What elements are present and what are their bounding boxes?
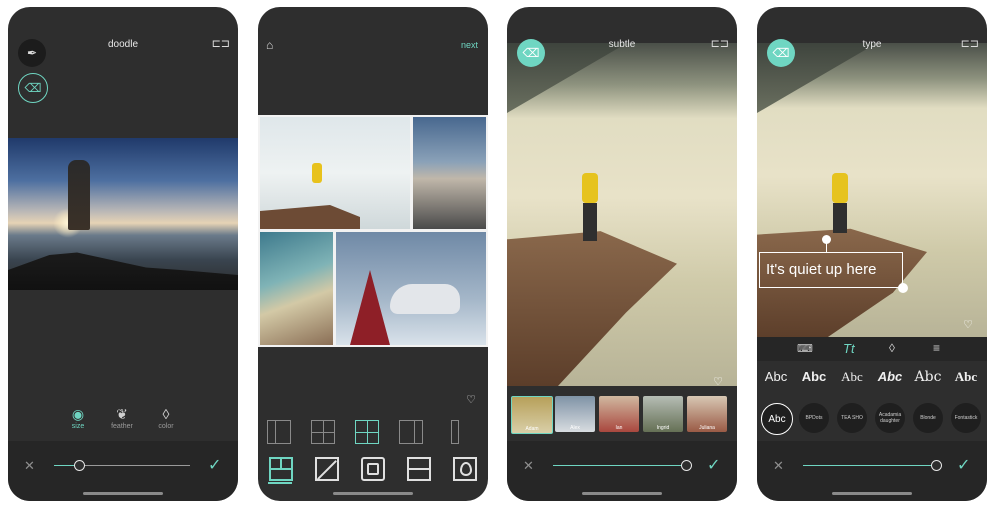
confirm-button[interactable]: ✓ xyxy=(957,455,970,475)
filter-thumb[interactable]: Alex xyxy=(555,396,595,432)
type-tabs: ⌨ Tt ◊ ≡ xyxy=(757,337,987,361)
filter-strip: Adam Alex Ian Ingrid Juliana xyxy=(507,396,737,436)
filter-screen: ⌫ subtle ⊏⊐ ♡ Adam Alex Ian Ingrid Julia… xyxy=(507,7,737,501)
screen-title: doodle xyxy=(107,39,139,50)
slider-knob[interactable] xyxy=(681,460,692,471)
bottom-bar: ✕ ✓ xyxy=(8,441,238,501)
keyboard-icon[interactable]: ⌨ xyxy=(797,342,813,355)
rotate-handle[interactable] xyxy=(822,235,831,244)
font-row: Abc Abc Abc Abc Abc Abc xyxy=(757,369,987,395)
filter-thumb[interactable]: Juliana xyxy=(687,396,727,432)
home-indicator xyxy=(83,492,163,495)
cliff-photo xyxy=(507,43,737,386)
rows-icon[interactable] xyxy=(407,457,431,481)
compare-icon[interactable]: ⊏⊐ xyxy=(961,37,979,50)
hiker-photo xyxy=(8,138,238,290)
font-sample[interactable]: Abc xyxy=(947,369,985,385)
next-button[interactable]: next xyxy=(461,40,478,50)
layout-row xyxy=(258,412,488,452)
layout-mixed[interactable] xyxy=(355,420,379,444)
grid-icon[interactable] xyxy=(269,457,293,481)
font-sample[interactable]: Abc xyxy=(871,369,909,384)
home-icon[interactable]: ⌂ xyxy=(266,38,273,52)
confirm-button[interactable]: ✓ xyxy=(707,455,720,475)
caption-text[interactable]: It's quiet up here xyxy=(766,261,876,278)
compare-icon[interactable]: ⊏⊐ xyxy=(212,37,230,50)
layout-strip[interactable] xyxy=(451,420,459,444)
droplet-icon[interactable]: ◊ xyxy=(889,341,895,355)
cliff-photo xyxy=(757,43,987,339)
filter-thumb[interactable]: Ingrid xyxy=(643,396,683,432)
heart-icon[interactable]: ♡ xyxy=(466,393,476,406)
bottom-bar: ✕ ✓ xyxy=(507,441,737,501)
font-sample[interactable]: Abc xyxy=(833,369,871,385)
eraser-icon: ⌫ xyxy=(24,81,42,95)
feather-icon: ❦ xyxy=(116,406,128,422)
collage-canvas xyxy=(258,115,488,347)
compare-icon[interactable]: ⊏⊐ xyxy=(711,37,729,50)
collage-tile-cliff[interactable] xyxy=(260,117,410,229)
font-sample[interactable]: Abc xyxy=(795,369,833,384)
font-chip[interactable]: Fontastick xyxy=(951,403,981,433)
font-sample[interactable]: Abc xyxy=(757,369,795,384)
bottom-bar: ✕ ✓ xyxy=(757,441,987,501)
font-chip[interactable]: Acadamia daughter xyxy=(875,403,905,433)
opacity-slider[interactable] xyxy=(803,465,935,466)
text-style-icon[interactable]: Tt xyxy=(843,341,855,356)
filter-thumb[interactable]: Adam xyxy=(511,396,553,434)
eraser-button[interactable]: ⌫ xyxy=(18,73,48,103)
text-box[interactable]: It's quiet up here xyxy=(759,235,908,293)
font-sample[interactable]: Abc xyxy=(909,369,947,385)
active-underline xyxy=(268,482,292,484)
screen-title: type xyxy=(862,39,882,50)
frame-icon[interactable] xyxy=(361,457,385,481)
tool-size[interactable]: ◉ size xyxy=(58,405,98,430)
slider-knob[interactable] xyxy=(74,460,85,471)
home-indicator xyxy=(832,492,912,495)
doodle-screen: ✒ doodle ⊏⊐ ⌫ ◉ size ❦ feather ◊ color ✕… xyxy=(8,7,238,501)
confirm-button[interactable]: ✓ xyxy=(208,455,221,475)
layout-split[interactable] xyxy=(399,420,423,444)
slider-knob[interactable] xyxy=(931,460,942,471)
droplet-icon: ◊ xyxy=(162,406,170,422)
heart-icon[interactable]: ♡ xyxy=(713,375,723,388)
collage-tile-coast[interactable] xyxy=(260,232,333,345)
cancel-button[interactable]: ✕ xyxy=(523,458,534,474)
collage-screen: ⌂ next ♡ xyxy=(258,7,488,501)
drop-frame-icon[interactable] xyxy=(453,457,477,481)
font-chip[interactable]: BPDots xyxy=(799,403,829,433)
cancel-button[interactable]: ✕ xyxy=(24,458,35,474)
type-screen: ⌫ type ⊏⊐ It's quiet up here ♡ ⌨ Tt ◊ ≡ … xyxy=(757,7,987,501)
screen-title: subtle xyxy=(608,39,636,50)
tool-color[interactable]: ◊ color xyxy=(146,405,186,430)
home-indicator xyxy=(582,492,662,495)
target-icon: ◉ xyxy=(71,406,85,422)
collage-tile-hiker[interactable] xyxy=(413,117,486,229)
layout-2col[interactable] xyxy=(267,420,291,444)
expand-icon[interactable] xyxy=(315,457,339,481)
font-chip[interactable]: TEA SHO xyxy=(837,403,867,433)
action-row xyxy=(258,453,488,484)
align-icon[interactable]: ≡ xyxy=(933,341,940,355)
collage-tile-wolf[interactable] xyxy=(336,232,486,345)
intensity-slider[interactable] xyxy=(553,465,685,466)
font-chip-row: Abc BPDots TEA SHO Acadamia daughter Blo… xyxy=(757,403,987,437)
resize-handle[interactable] xyxy=(898,283,908,293)
tool-feather[interactable]: ❦ feather xyxy=(102,405,142,430)
heart-icon[interactable]: ♡ xyxy=(963,318,973,331)
font-chip[interactable]: Blonde xyxy=(913,403,943,433)
font-chip[interactable]: Abc xyxy=(761,403,793,435)
filter-thumb[interactable]: Ian xyxy=(599,396,639,432)
home-indicator xyxy=(333,492,413,495)
layout-4grid[interactable] xyxy=(311,420,335,444)
cancel-button[interactable]: ✕ xyxy=(773,458,784,474)
